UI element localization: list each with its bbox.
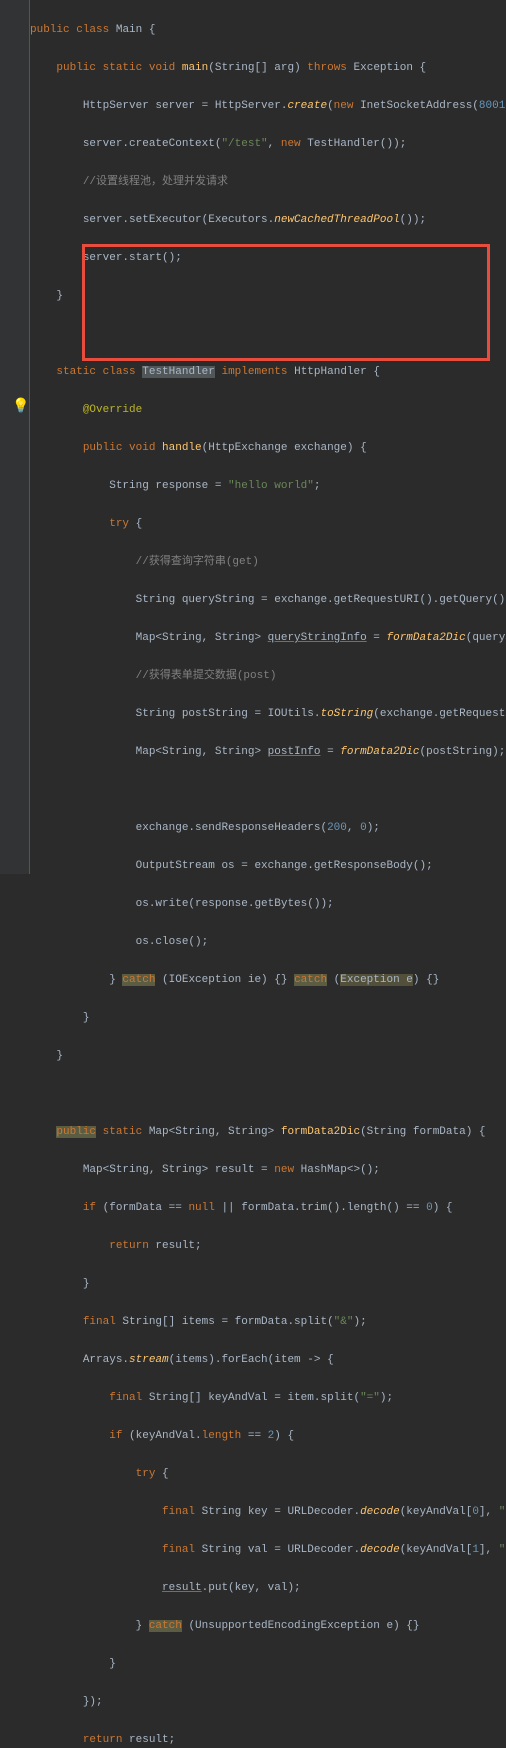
gutter — [0, 0, 30, 874]
code-editor[interactable]: public class Main { public static void m… — [0, 0, 506, 1748]
lightbulb-icon[interactable]: 💡 — [12, 398, 29, 417]
